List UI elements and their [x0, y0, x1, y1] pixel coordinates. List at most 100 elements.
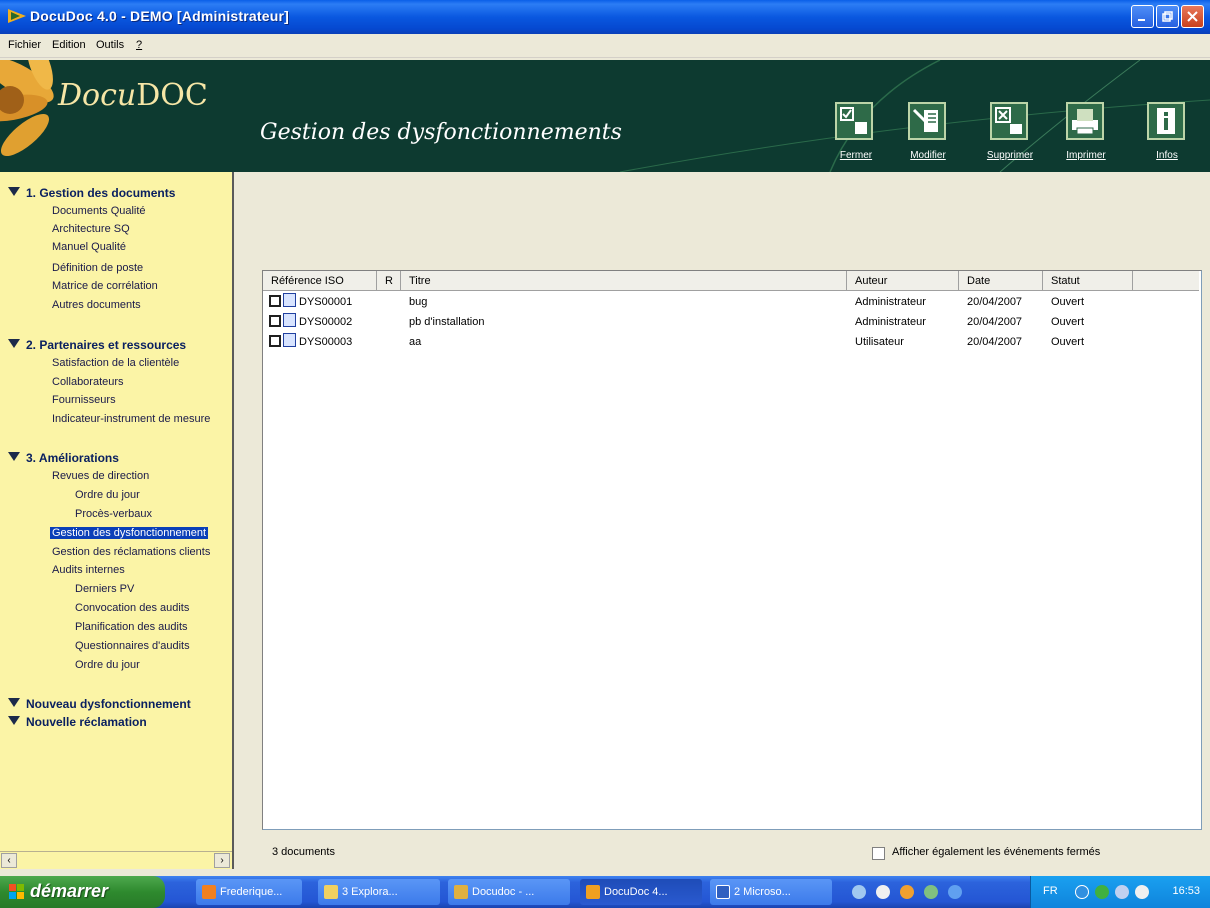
sidebar-item-satisfaction[interactable]: Satisfaction de la clientèle — [52, 357, 179, 369]
row-checkbox[interactable] — [269, 315, 281, 327]
sidebar-item-gestion-dysfonctionnements[interactable]: Gestion des dysfonctionnement — [50, 527, 209, 539]
section-gestion-documents[interactable]: 1. Gestion des documents — [8, 186, 175, 200]
sidebar-item-ordre-du-jour-audits[interactable]: Ordre du jour — [75, 659, 140, 671]
sidebar-item-fournisseurs[interactable]: Fournisseurs — [52, 394, 116, 406]
window-title: DocuDoc 4.0 - DEMO [Administrateur] — [30, 8, 290, 24]
show-closed-label[interactable]: Afficher également les événements fermés — [892, 846, 1100, 858]
close-button[interactable] — [1181, 5, 1204, 28]
row-checkbox[interactable] — [269, 335, 281, 347]
sidebar-item-convocation-audits[interactable]: Convocation des audits — [75, 602, 189, 614]
cell-auteur: Administrateur — [855, 296, 926, 308]
sidebar-item-revues-direction[interactable]: Revues de direction — [52, 470, 149, 482]
sidebar-item-architecture-sq[interactable]: Architecture SQ — [52, 223, 130, 235]
messenger-icon — [202, 885, 216, 899]
cell-reference: DYS00003 — [299, 336, 353, 348]
table-row[interactable]: DYS00001 bug Administrateur 20/04/2007 O… — [263, 293, 1199, 313]
cell-statut: Ouvert — [1051, 296, 1085, 308]
sidebar-item-manuel-qualite[interactable]: Manuel Qualité — [52, 241, 126, 253]
collapse-icon — [8, 698, 20, 707]
security-icon[interactable] — [1095, 885, 1109, 899]
sidebar-item-documents-qualite[interactable]: Documents Qualité — [52, 205, 146, 217]
column-header-statut[interactable]: Statut — [1043, 271, 1133, 291]
menu-help[interactable]: ? — [136, 39, 142, 51]
taskbar-item-docudoc-app[interactable]: DocuDoc 4... — [580, 879, 702, 905]
sidebar-item-planification-audits[interactable]: Planification des audits — [75, 621, 188, 633]
language-indicator[interactable]: FR — [1043, 885, 1058, 897]
sidebar-item-proces-verbaux[interactable]: Procès-verbaux — [75, 508, 152, 520]
ie-icon[interactable] — [948, 885, 962, 899]
taskbar-item-microsoft[interactable]: 2 Microso... — [710, 879, 832, 905]
action-nouvelle-reclamation[interactable]: Nouvelle réclamation — [8, 715, 147, 729]
word-icon — [716, 885, 730, 899]
taskbar-item-explorateur[interactable]: 3 Explora... — [318, 879, 440, 905]
supprimer-icon[interactable] — [990, 102, 1028, 140]
table-row[interactable]: DYS00003 aa Utilisateur 20/04/2007 Ouver… — [263, 333, 1199, 353]
menu-fichier[interactable]: Fichier — [8, 39, 41, 51]
cell-auteur: Administrateur — [855, 316, 926, 328]
quicklaunch-icon[interactable] — [852, 885, 866, 899]
taskbar-item-frederique[interactable]: Frederique... — [196, 879, 302, 905]
section-ameliorations[interactable]: 3. Améliorations — [8, 451, 119, 465]
tray-app-icon[interactable] — [1135, 885, 1149, 899]
show-closed-checkbox[interactable] — [872, 847, 885, 860]
sidebar-item-collaborateurs[interactable]: Collaborateurs — [52, 376, 124, 388]
system-tray: FR 16:53 — [1030, 876, 1210, 908]
cell-date: 20/04/2007 — [967, 296, 1023, 308]
sidebar-horizontal-scrollbar[interactable]: ‹ › — [0, 851, 232, 868]
menu-outils[interactable]: Outils — [96, 39, 124, 51]
column-header-auteur[interactable]: Auteur — [847, 271, 959, 291]
docudoc-icon — [454, 885, 468, 899]
sidebar-item-definition-poste[interactable]: Définition de poste — [52, 262, 143, 274]
scroll-left-icon[interactable]: ‹ — [1, 853, 17, 868]
infos-icon[interactable] — [1147, 102, 1185, 140]
network-icon[interactable] — [1075, 885, 1089, 899]
modifier-button[interactable]: Modifier — [898, 150, 958, 161]
column-header-titre[interactable]: Titre — [401, 271, 847, 291]
start-label: démarrer — [30, 881, 109, 901]
infos-button[interactable]: Infos — [1137, 150, 1197, 161]
maximize-button[interactable] — [1156, 5, 1179, 28]
minimize-button[interactable] — [1131, 5, 1154, 28]
folder-icon — [324, 885, 338, 899]
documents-list[interactable]: Référence ISO R Titre Auteur Date Statut… — [262, 270, 1202, 830]
imprimer-icon[interactable] — [1066, 102, 1104, 140]
column-header-date[interactable]: Date — [959, 271, 1043, 291]
taskbar-item-docudoc-browser[interactable]: Docudoc - ... — [448, 879, 570, 905]
sidebar-item-gestion-reclamations[interactable]: Gestion des réclamations clients — [52, 546, 210, 558]
action-nouveau-dysfonctionnement[interactable]: Nouveau dysfonctionnement — [8, 697, 191, 711]
imprimer-button[interactable]: Imprimer — [1056, 150, 1116, 161]
sidebar-item-autres-documents[interactable]: Autres documents — [52, 299, 141, 311]
row-checkbox[interactable] — [269, 295, 281, 307]
supprimer-button[interactable]: Supprimer — [980, 150, 1040, 161]
app-logo: DocuDOC — [58, 78, 208, 113]
scroll-right-icon[interactable]: › — [214, 853, 230, 868]
quicklaunch-icon[interactable] — [876, 885, 890, 899]
section-partenaires[interactable]: 2. Partenaires et ressources — [8, 338, 186, 352]
sidebar-item-indicateur[interactable]: Indicateur-instrument de mesure — [52, 413, 210, 425]
sidebar-item-matrice-correlation[interactable]: Matrice de corrélation — [52, 280, 158, 292]
quicklaunch-icon[interactable] — [900, 885, 914, 899]
sidebar-item-questionnaires-audits[interactable]: Questionnaires d'audits — [75, 640, 190, 652]
fermer-icon[interactable] — [835, 102, 873, 140]
cell-reference: DYS00002 — [299, 316, 353, 328]
sidebar-item-ordre-du-jour[interactable]: Ordre du jour — [75, 489, 140, 501]
taskbar: démarrer Frederique... 3 Explora... Docu… — [0, 876, 1210, 908]
sidebar-item-derniers-pv[interactable]: Derniers PV — [75, 583, 134, 595]
page-title: Gestion des dysfonctionnements — [260, 120, 622, 145]
table-row[interactable]: DYS00002 pb d'installation Administrateu… — [263, 313, 1199, 333]
column-header-r[interactable]: R — [377, 271, 401, 291]
speaker-icon[interactable] — [1115, 885, 1129, 899]
quicklaunch-icon[interactable] — [924, 885, 938, 899]
collapse-icon — [8, 452, 20, 461]
sidebar-item-audits-internes[interactable]: Audits internes — [52, 564, 125, 576]
cell-date: 20/04/2007 — [967, 316, 1023, 328]
fermer-button[interactable]: Fermer — [826, 150, 886, 161]
app-icon — [8, 9, 26, 23]
column-header-filler — [1133, 271, 1199, 291]
start-button[interactable]: démarrer — [0, 876, 165, 908]
cell-reference: DYS00001 — [299, 296, 353, 308]
modifier-icon[interactable] — [908, 102, 946, 140]
cell-titre: pb d'installation — [409, 316, 485, 328]
column-header-reference[interactable]: Référence ISO — [263, 271, 377, 291]
menu-edition[interactable]: Edition — [52, 39, 86, 51]
